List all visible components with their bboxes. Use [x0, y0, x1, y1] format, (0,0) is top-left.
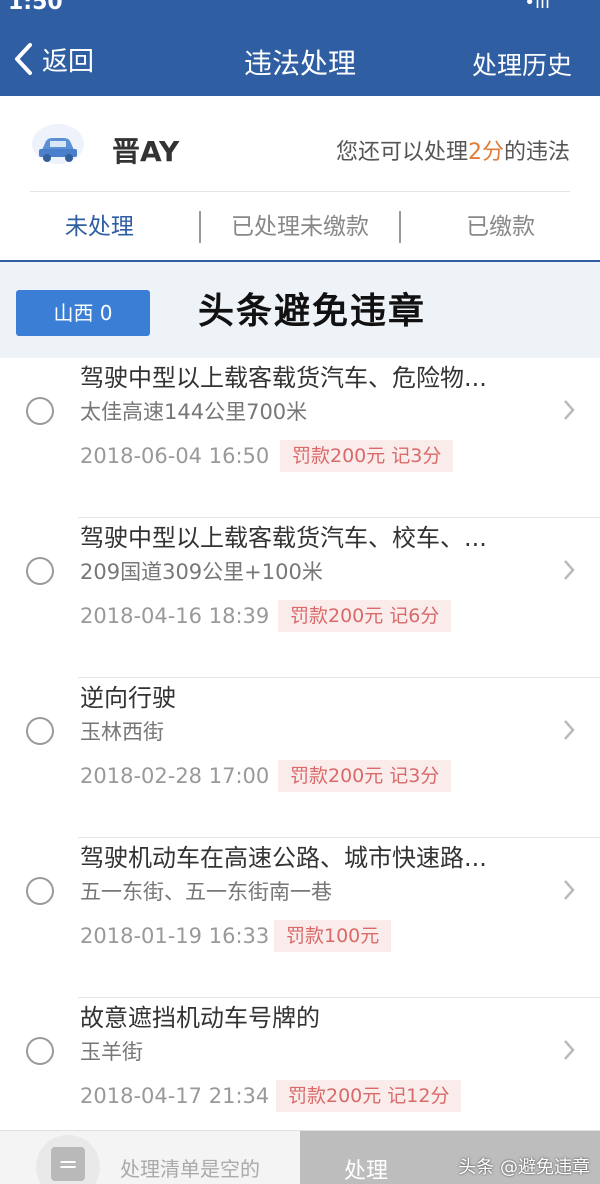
- chevron-right-icon: [564, 1040, 575, 1060]
- history-button[interactable]: 处理历史: [472, 46, 572, 82]
- tab-processed-unpaid[interactable]: 已处理未缴款: [201, 192, 400, 260]
- list-icon: =: [51, 1147, 85, 1181]
- process-label: 处理: [344, 1159, 389, 1184]
- fine-badge: 罚款200元 记6分: [278, 600, 452, 632]
- violation-item[interactable]: 驾驶中型以上载客载货汽车、校车、... 209国道309公里+100米 2018…: [26, 518, 600, 678]
- bottom-bar: = 处理清单是空的 处理 头条 @避免违章: [0, 1130, 600, 1184]
- violation-title: 逆向行驶: [80, 684, 176, 712]
- fine-badge: 罚款100元: [274, 920, 392, 952]
- violation-item[interactable]: 驾驶机动车在高速公路、城市快速路... 五一东街、五一东街南一巷 2018-01…: [26, 838, 600, 998]
- process-list-button[interactable]: =: [36, 1135, 100, 1184]
- violation-location: 玉羊街: [80, 1040, 143, 1064]
- chevron-left-icon: [15, 43, 32, 75]
- chevron-right-icon: [564, 720, 575, 740]
- nav-bar: 返回 违法处理 处理历史: [0, 16, 600, 96]
- select-radio[interactable]: [26, 717, 54, 745]
- violation-title: 故意遮挡机动车号牌的: [80, 1004, 320, 1032]
- tab-paid[interactable]: 已缴款: [401, 192, 600, 260]
- violation-location: 太佳高速144公里700米: [80, 400, 308, 424]
- points-prefix: 您还可以处理: [335, 140, 468, 165]
- violation-time: 2018-02-28 17:00: [80, 764, 270, 788]
- violation-time: 2018-04-16 18:39: [80, 604, 270, 628]
- violation-title: 驾驶中型以上载客载货汽车、校车、...: [80, 524, 487, 552]
- violation-title: 驾驶机动车在高速公路、城市快速路...: [80, 844, 487, 872]
- car-icon: [32, 124, 84, 164]
- violation-list: 驾驶中型以上载客载货汽车、危险物... 太佳高速144公里700米 2018-0…: [0, 358, 600, 1158]
- chevron-right-icon: [564, 880, 575, 900]
- status-time: 1:50: [8, 0, 63, 15]
- license-plate: 晋AY: [112, 135, 180, 168]
- violation-time: 2018-01-19 16:33: [80, 924, 270, 948]
- fine-badge: 罚款200元 记12分: [276, 1080, 462, 1112]
- select-radio[interactable]: [26, 397, 54, 425]
- back-button[interactable]: 返回: [12, 42, 95, 77]
- fine-badge: 罚款200元 记3分: [280, 440, 454, 472]
- violation-time: 2018-06-04 16:50: [80, 444, 270, 468]
- back-label: 返回: [42, 46, 95, 77]
- region-filter-area: 山西 0 头条避免违章: [0, 262, 600, 358]
- chevron-right-icon: [564, 400, 575, 420]
- violation-item[interactable]: 逆向行驶 玉林西街 2018-02-28 17:00 罚款200元 记3分: [26, 678, 600, 838]
- violation-location: 209国道309公里+100米: [80, 560, 323, 584]
- fine-badge: 罚款200元 记3分: [278, 760, 452, 792]
- violation-location: 玉林西街: [80, 720, 164, 744]
- points-value: 2分: [467, 140, 504, 165]
- chevron-right-icon: [564, 560, 575, 580]
- signal-icon: •ıll: [524, 0, 550, 13]
- violation-time: 2018-04-17 21:34: [80, 1084, 270, 1108]
- vehicle-header: 晋AY 您还可以处理2分的违法: [0, 96, 600, 192]
- violation-location: 五一东街、五一东街南一巷: [80, 880, 332, 904]
- watermark-overlay: 头条避免违章: [198, 291, 427, 332]
- status-tabs: 未处理 已处理未缴款 已缴款: [0, 192, 600, 262]
- select-radio[interactable]: [26, 557, 54, 585]
- region-tag[interactable]: 山西 0: [16, 290, 150, 336]
- violation-item[interactable]: 驾驶中型以上载客载货汽车、危险物... 太佳高速144公里700米 2018-0…: [26, 358, 600, 518]
- select-radio[interactable]: [26, 877, 54, 905]
- points-suffix: 的违法: [503, 140, 570, 165]
- status-bar: 1:50 •ıll: [0, 0, 600, 16]
- process-button[interactable]: 处理 头条 @避免违章: [300, 1131, 600, 1184]
- empty-list-text: 处理清单是空的: [120, 1157, 260, 1181]
- tab-unprocessed[interactable]: 未处理: [0, 192, 199, 260]
- remaining-points: 您还可以处理2分的违法: [336, 134, 570, 166]
- select-radio[interactable]: [26, 1037, 54, 1065]
- violation-title: 驾驶中型以上载客载货汽车、危险物...: [80, 364, 487, 392]
- corner-watermark: 头条 @避免违章: [458, 1157, 590, 1178]
